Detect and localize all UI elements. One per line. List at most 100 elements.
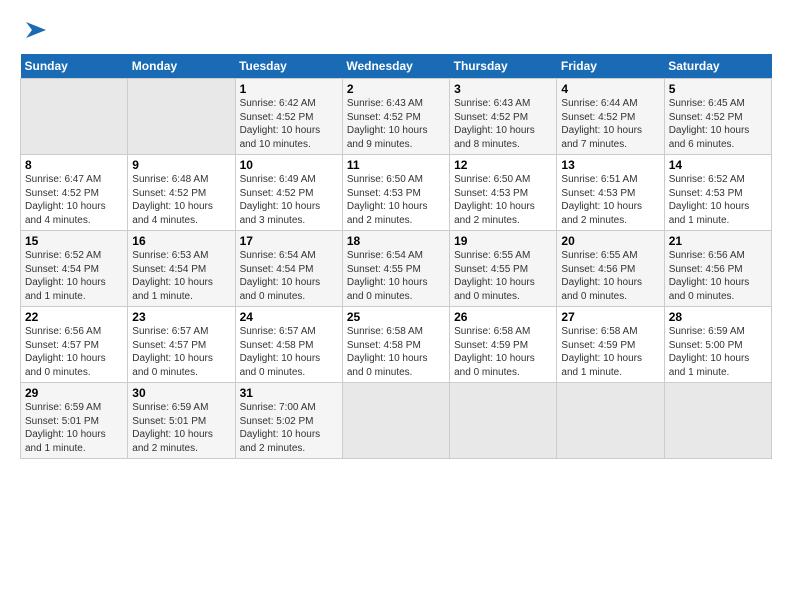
day-number: 12 [454, 158, 552, 172]
calendar-cell: 25Sunrise: 6:58 AMSunset: 4:58 PMDayligh… [342, 307, 449, 383]
day-number: 19 [454, 234, 552, 248]
calendar-cell: 10Sunrise: 6:49 AMSunset: 4:52 PMDayligh… [235, 155, 342, 231]
day-number: 13 [561, 158, 659, 172]
calendar-cell: 31Sunrise: 7:00 AMSunset: 5:02 PMDayligh… [235, 383, 342, 459]
day-info: Sunrise: 6:57 AMSunset: 4:57 PMDaylight:… [132, 325, 230, 379]
day-info: Sunrise: 6:52 AMSunset: 4:53 PMDaylight:… [669, 173, 767, 227]
calendar-week-4: 29Sunrise: 6:59 AMSunset: 5:01 PMDayligh… [21, 383, 772, 459]
calendar-week-0: 1Sunrise: 6:42 AMSunset: 4:52 PMDaylight… [21, 79, 772, 155]
calendar-week-2: 15Sunrise: 6:52 AMSunset: 4:54 PMDayligh… [21, 231, 772, 307]
calendar-cell: 1Sunrise: 6:42 AMSunset: 4:52 PMDaylight… [235, 79, 342, 155]
day-info: Sunrise: 6:50 AMSunset: 4:53 PMDaylight:… [347, 173, 445, 227]
calendar-cell: 3Sunrise: 6:43 AMSunset: 4:52 PMDaylight… [450, 79, 557, 155]
day-info: Sunrise: 6:52 AMSunset: 4:54 PMDaylight:… [25, 249, 123, 303]
day-number: 8 [25, 158, 123, 172]
day-info: Sunrise: 6:47 AMSunset: 4:52 PMDaylight:… [25, 173, 123, 227]
day-number: 10 [240, 158, 338, 172]
day-info: Sunrise: 6:56 AMSunset: 4:56 PMDaylight:… [669, 249, 767, 303]
header-friday: Friday [557, 54, 664, 79]
calendar-cell [21, 79, 128, 155]
calendar-cell: 16Sunrise: 6:53 AMSunset: 4:54 PMDayligh… [128, 231, 235, 307]
calendar-cell: 23Sunrise: 6:57 AMSunset: 4:57 PMDayligh… [128, 307, 235, 383]
calendar-cell: 15Sunrise: 6:52 AMSunset: 4:54 PMDayligh… [21, 231, 128, 307]
day-number: 11 [347, 158, 445, 172]
calendar-cell: 26Sunrise: 6:58 AMSunset: 4:59 PMDayligh… [450, 307, 557, 383]
header-monday: Monday [128, 54, 235, 79]
day-number: 5 [669, 82, 767, 96]
calendar-cell [128, 79, 235, 155]
calendar-cell: 13Sunrise: 6:51 AMSunset: 4:53 PMDayligh… [557, 155, 664, 231]
day-info: Sunrise: 6:43 AMSunset: 4:52 PMDaylight:… [454, 97, 552, 151]
day-number: 20 [561, 234, 659, 248]
calendar-cell [450, 383, 557, 459]
day-info: Sunrise: 6:42 AMSunset: 4:52 PMDaylight:… [240, 97, 338, 151]
day-number: 28 [669, 310, 767, 324]
header-thursday: Thursday [450, 54, 557, 79]
day-number: 21 [669, 234, 767, 248]
calendar-cell: 29Sunrise: 6:59 AMSunset: 5:01 PMDayligh… [21, 383, 128, 459]
day-number: 3 [454, 82, 552, 96]
day-info: Sunrise: 6:44 AMSunset: 4:52 PMDaylight:… [561, 97, 659, 151]
day-info: Sunrise: 6:58 AMSunset: 4:59 PMDaylight:… [561, 325, 659, 379]
calendar-table: SundayMondayTuesdayWednesdayThursdayFrid… [20, 54, 772, 459]
day-number: 17 [240, 234, 338, 248]
day-info: Sunrise: 6:51 AMSunset: 4:53 PMDaylight:… [561, 173, 659, 227]
calendar-cell: 19Sunrise: 6:55 AMSunset: 4:55 PMDayligh… [450, 231, 557, 307]
calendar-cell [664, 383, 771, 459]
day-info: Sunrise: 6:48 AMSunset: 4:52 PMDaylight:… [132, 173, 230, 227]
day-info: Sunrise: 6:59 AMSunset: 5:01 PMDaylight:… [132, 401, 230, 455]
logo-icon [22, 16, 50, 44]
day-number: 9 [132, 158, 230, 172]
day-info: Sunrise: 6:50 AMSunset: 4:53 PMDaylight:… [454, 173, 552, 227]
day-info: Sunrise: 6:55 AMSunset: 4:55 PMDaylight:… [454, 249, 552, 303]
day-number: 23 [132, 310, 230, 324]
calendar-week-1: 8Sunrise: 6:47 AMSunset: 4:52 PMDaylight… [21, 155, 772, 231]
calendar-cell: 14Sunrise: 6:52 AMSunset: 4:53 PMDayligh… [664, 155, 771, 231]
day-number: 27 [561, 310, 659, 324]
calendar-cell: 11Sunrise: 6:50 AMSunset: 4:53 PMDayligh… [342, 155, 449, 231]
day-number: 14 [669, 158, 767, 172]
header-row: SundayMondayTuesdayWednesdayThursdayFrid… [21, 54, 772, 79]
day-info: Sunrise: 6:43 AMSunset: 4:52 PMDaylight:… [347, 97, 445, 151]
day-number: 25 [347, 310, 445, 324]
calendar-cell [557, 383, 664, 459]
calendar-cell: 2Sunrise: 6:43 AMSunset: 4:52 PMDaylight… [342, 79, 449, 155]
header-tuesday: Tuesday [235, 54, 342, 79]
calendar-cell: 4Sunrise: 6:44 AMSunset: 4:52 PMDaylight… [557, 79, 664, 155]
day-number: 1 [240, 82, 338, 96]
day-info: Sunrise: 6:56 AMSunset: 4:57 PMDaylight:… [25, 325, 123, 379]
calendar-cell: 20Sunrise: 6:55 AMSunset: 4:56 PMDayligh… [557, 231, 664, 307]
day-number: 15 [25, 234, 123, 248]
header-sunday: Sunday [21, 54, 128, 79]
day-number: 26 [454, 310, 552, 324]
day-info: Sunrise: 6:59 AMSunset: 5:00 PMDaylight:… [669, 325, 767, 379]
header [20, 16, 772, 44]
calendar-cell: 21Sunrise: 6:56 AMSunset: 4:56 PMDayligh… [664, 231, 771, 307]
calendar-cell: 27Sunrise: 6:58 AMSunset: 4:59 PMDayligh… [557, 307, 664, 383]
header-wednesday: Wednesday [342, 54, 449, 79]
calendar-cell: 17Sunrise: 6:54 AMSunset: 4:54 PMDayligh… [235, 231, 342, 307]
calendar-cell [342, 383, 449, 459]
day-number: 29 [25, 386, 123, 400]
day-info: Sunrise: 6:55 AMSunset: 4:56 PMDaylight:… [561, 249, 659, 303]
day-info: Sunrise: 6:58 AMSunset: 4:59 PMDaylight:… [454, 325, 552, 379]
day-number: 2 [347, 82, 445, 96]
calendar-cell: 8Sunrise: 6:47 AMSunset: 4:52 PMDaylight… [21, 155, 128, 231]
day-number: 22 [25, 310, 123, 324]
day-number: 18 [347, 234, 445, 248]
day-info: Sunrise: 6:54 AMSunset: 4:55 PMDaylight:… [347, 249, 445, 303]
logo [20, 16, 50, 44]
calendar-cell: 22Sunrise: 6:56 AMSunset: 4:57 PMDayligh… [21, 307, 128, 383]
calendar-cell: 5Sunrise: 6:45 AMSunset: 4:52 PMDaylight… [664, 79, 771, 155]
day-info: Sunrise: 6:59 AMSunset: 5:01 PMDaylight:… [25, 401, 123, 455]
day-number: 30 [132, 386, 230, 400]
day-info: Sunrise: 6:57 AMSunset: 4:58 PMDaylight:… [240, 325, 338, 379]
calendar-cell: 30Sunrise: 6:59 AMSunset: 5:01 PMDayligh… [128, 383, 235, 459]
day-info: Sunrise: 6:45 AMSunset: 4:52 PMDaylight:… [669, 97, 767, 151]
day-number: 31 [240, 386, 338, 400]
day-info: Sunrise: 6:54 AMSunset: 4:54 PMDaylight:… [240, 249, 338, 303]
header-saturday: Saturday [664, 54, 771, 79]
calendar-cell: 9Sunrise: 6:48 AMSunset: 4:52 PMDaylight… [128, 155, 235, 231]
day-info: Sunrise: 6:49 AMSunset: 4:52 PMDaylight:… [240, 173, 338, 227]
calendar-cell: 24Sunrise: 6:57 AMSunset: 4:58 PMDayligh… [235, 307, 342, 383]
